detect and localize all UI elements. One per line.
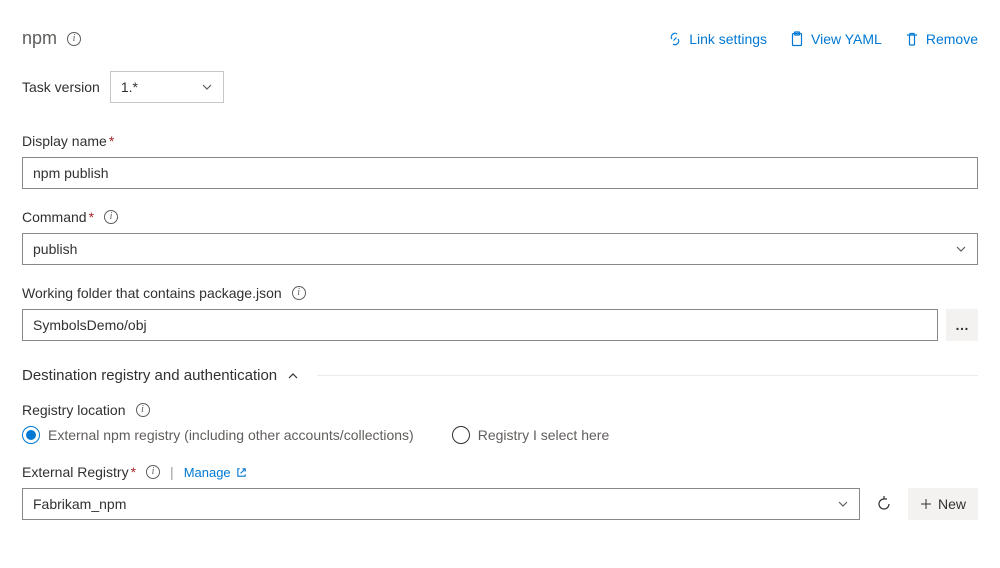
working-folder-field: Working folder that contains package.jso… — [22, 285, 978, 341]
required-asterisk: * — [89, 209, 94, 225]
section-header[interactable]: Destination registry and authentication — [22, 367, 978, 384]
link-settings-button[interactable]: Link settings — [667, 31, 767, 47]
command-label: Command* — [22, 209, 94, 225]
radio-external-label: External npm registry (including other a… — [48, 427, 414, 443]
external-registry-label-row: External Registry* i | Manage — [22, 464, 978, 480]
working-folder-label-row: Working folder that contains package.jso… — [22, 285, 978, 301]
external-registry-label: External Registry* — [22, 464, 136, 480]
refresh-icon — [876, 496, 892, 512]
divider: | — [170, 464, 174, 480]
radio-select-here[interactable]: Registry I select here — [452, 426, 610, 444]
link-settings-label: Link settings — [689, 31, 767, 47]
task-version-select[interactable]: 1.* — [110, 71, 224, 103]
registry-location-label-row: Registry location i — [22, 402, 978, 418]
new-button-label: New — [938, 496, 966, 512]
remove-button[interactable]: Remove — [904, 31, 978, 47]
plus-icon — [920, 498, 932, 510]
header-actions: Link settings View YAML Remove — [667, 31, 978, 47]
clipboard-icon — [789, 31, 805, 47]
view-yaml-button[interactable]: View YAML — [789, 31, 882, 47]
external-registry-row: Fabrikam_npm New — [22, 488, 978, 520]
command-field: Command* i publish — [22, 209, 978, 265]
display-name-label: Display name* — [22, 133, 114, 149]
command-value: publish — [33, 241, 77, 257]
info-icon[interactable]: i — [67, 32, 81, 46]
radio-external-registry[interactable]: External npm registry (including other a… — [22, 426, 414, 444]
external-registry-select[interactable]: Fabrikam_npm — [22, 488, 860, 520]
radio-outer — [452, 426, 470, 444]
registry-location-label: Registry location — [22, 402, 126, 418]
task-title: npm — [22, 28, 57, 49]
external-registry-value: Fabrikam_npm — [33, 496, 126, 512]
link-icon — [667, 31, 683, 47]
refresh-button[interactable] — [868, 488, 900, 520]
registry-location-radios: External npm registry (including other a… — [22, 426, 978, 444]
required-asterisk: * — [131, 464, 136, 480]
chevron-down-icon — [837, 498, 849, 510]
radio-select-here-label: Registry I select here — [478, 427, 610, 443]
task-version-value: 1.* — [121, 79, 138, 95]
task-header: npm i Link settings View YAML Remove — [22, 28, 978, 49]
remove-label: Remove — [926, 31, 978, 47]
chevron-down-icon — [955, 243, 967, 255]
radio-inner — [26, 430, 36, 440]
view-yaml-label: View YAML — [811, 31, 882, 47]
chevron-down-icon — [201, 81, 213, 93]
info-icon[interactable]: i — [136, 403, 150, 417]
browse-button[interactable]: … — [946, 309, 978, 341]
required-asterisk: * — [109, 133, 114, 149]
section-title: Destination registry and authentication — [22, 367, 277, 384]
info-icon[interactable]: i — [292, 286, 306, 300]
title-group: npm i — [22, 28, 81, 49]
trash-icon — [904, 31, 920, 47]
new-button[interactable]: New — [908, 488, 978, 520]
working-folder-input-row: … — [22, 309, 978, 341]
command-label-row: Command* i — [22, 209, 978, 225]
registry-location-field: Registry location i External npm registr… — [22, 402, 978, 444]
radio-outer-selected — [22, 426, 40, 444]
working-folder-input[interactable] — [22, 309, 938, 341]
info-icon[interactable]: i — [146, 465, 160, 479]
external-registry-field: External Registry* i | Manage Fabrikam_n… — [22, 464, 978, 520]
external-link-icon — [236, 467, 247, 478]
task-version-row: Task version 1.* — [22, 71, 978, 103]
chevron-up-icon — [287, 370, 299, 382]
display-name-input[interactable] — [22, 157, 978, 189]
manage-link[interactable]: Manage — [184, 465, 247, 480]
display-name-label-row: Display name* — [22, 133, 978, 149]
info-icon[interactable]: i — [104, 210, 118, 224]
command-select[interactable]: publish — [22, 233, 978, 265]
display-name-field: Display name* — [22, 133, 978, 189]
manage-link-label: Manage — [184, 465, 231, 480]
working-folder-label: Working folder that contains package.jso… — [22, 285, 282, 301]
task-version-label: Task version — [22, 79, 100, 95]
section-divider — [317, 375, 978, 376]
